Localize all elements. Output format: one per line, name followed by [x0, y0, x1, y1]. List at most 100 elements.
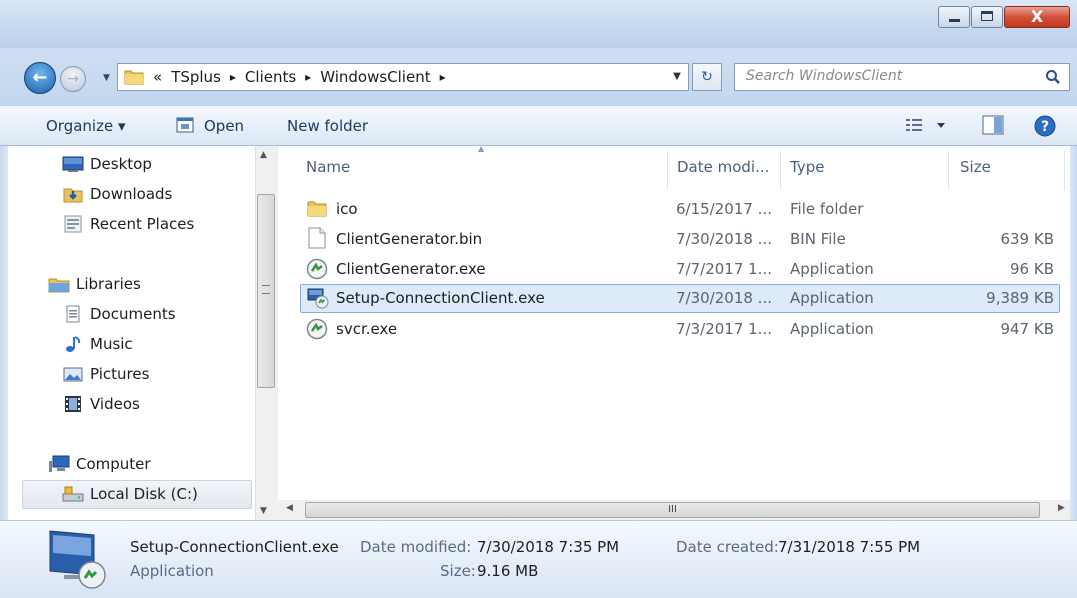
file-row-selected[interactable]: Setup-ConnectionClient.exe 7/30/2018 ...…: [300, 284, 1060, 313]
breadcrumb-tsplus[interactable]: TSplus: [171, 68, 221, 87]
computer-icon: [49, 455, 70, 472]
nav-item-desktop[interactable]: Desktop: [62, 155, 152, 173]
forward-arrow-icon: →: [67, 71, 79, 87]
refresh-icon: ↻: [701, 69, 713, 85]
file-type: Application: [790, 260, 874, 278]
minimize-icon: [949, 19, 960, 22]
nav-item-pictures[interactable]: Pictures: [62, 365, 149, 383]
details-date-created: 7/31/2018 7:55 PM: [778, 538, 921, 556]
details-file-name: Setup-ConnectionClient.exe: [130, 538, 339, 556]
setup-exe-large-icon: [49, 530, 106, 589]
breadcrumb-separator[interactable]: ▸: [230, 68, 236, 87]
close-button[interactable]: X: [1004, 6, 1070, 28]
file-type: Application: [790, 320, 874, 338]
file-row[interactable]: ClientGenerator.exe 7/7/2017 1... Applic…: [300, 255, 1060, 283]
search-icon[interactable]: [1045, 69, 1061, 85]
exe-icon: [306, 318, 328, 340]
nav-item-recent-places[interactable]: Recent Places: [62, 215, 194, 233]
file-row[interactable]: ClientGenerator.bin 7/30/2018 ... BIN Fi…: [300, 225, 1060, 253]
grip-icon: III: [668, 504, 677, 515]
help-icon: ?: [1034, 115, 1056, 137]
forward-button[interactable]: →: [60, 66, 86, 92]
file-name: ClientGenerator.bin: [336, 230, 483, 248]
file-row[interactable]: ico 6/15/2017 ... File folder: [300, 195, 1060, 223]
details-size: 9.16 MB: [477, 562, 539, 580]
maximize-button[interactable]: [971, 6, 1003, 28]
recent-places-icon: [64, 215, 82, 233]
view-options-button[interactable]: [905, 117, 945, 137]
new-folder-button[interactable]: New folder: [287, 117, 368, 135]
folder-icon: [307, 201, 327, 217]
details-file-kind: Application: [130, 562, 214, 580]
breadcrumb-separator[interactable]: ▸: [305, 68, 311, 87]
folder-icon: [124, 67, 144, 89]
file-name: svcr.exe: [336, 320, 398, 338]
desktop-icon: [62, 156, 84, 172]
file-date: 6/15/2017 ...: [676, 200, 772, 218]
refresh-button[interactable]: ↻: [692, 63, 722, 91]
file-date: 7/7/2017 1...: [676, 260, 772, 278]
scroll-right-arrow-icon[interactable]: ▶: [1058, 503, 1065, 513]
search-box[interactable]: Search WindowsClient: [734, 63, 1070, 91]
column-header-name[interactable]: Name: [306, 158, 350, 176]
column-divider[interactable]: [667, 150, 668, 190]
search-input[interactable]: Search WindowsClient: [746, 68, 902, 84]
column-header-date-modified[interactable]: Date modi...: [677, 158, 769, 176]
details-size-label: Size:: [440, 562, 476, 580]
nav-item-videos[interactable]: Videos: [62, 395, 140, 413]
column-divider[interactable]: [780, 150, 781, 190]
column-header-type[interactable]: Type: [790, 158, 824, 176]
local-disk-icon: [62, 486, 84, 502]
column-header-size[interactable]: Size: [960, 158, 991, 176]
chevron-down-icon: ▼: [673, 71, 681, 82]
back-arrow-icon: ←: [32, 67, 48, 88]
scroll-down-arrow-icon[interactable]: ▼: [260, 506, 267, 516]
help-button[interactable]: ?: [1034, 115, 1056, 141]
file-date: 7/30/2018 ...: [676, 230, 772, 248]
file-size: 947 KB: [1000, 320, 1054, 338]
window-frame-right: [1070, 146, 1077, 520]
svg-text:?: ?: [1041, 119, 1049, 135]
documents-icon: [66, 305, 80, 323]
open-icon: [176, 117, 194, 137]
nav-item-downloads[interactable]: Downloads: [62, 185, 172, 203]
horizontal-scroll-thumb[interactable]: III: [305, 502, 1040, 518]
breadcrumb-clients[interactable]: Clients: [245, 68, 296, 87]
nav-pane-scroll-thumb[interactable]: [257, 194, 275, 388]
open-button[interactable]: Open: [204, 117, 244, 135]
scroll-up-arrow-icon[interactable]: ▲: [260, 150, 267, 160]
music-icon: [66, 336, 81, 352]
nav-item-libraries[interactable]: Libraries: [48, 275, 141, 293]
file-size: 9,389 KB: [986, 289, 1054, 307]
address-dropdown-button[interactable]: ▼: [664, 63, 690, 91]
breadcrumb-windowsclient[interactable]: WindowsClient: [320, 68, 430, 87]
file-date: 7/30/2018 ...: [676, 289, 772, 307]
exe-icon: [306, 258, 328, 280]
breadcrumb-overflow[interactable]: «: [153, 68, 162, 87]
nav-item-computer[interactable]: Computer: [48, 455, 151, 473]
nav-item-local-disk[interactable]: Local Disk (C:): [62, 485, 198, 503]
preview-pane-button[interactable]: [982, 115, 1004, 139]
column-divider[interactable]: [1064, 150, 1065, 190]
organize-button[interactable]: Organize ▾: [46, 117, 126, 135]
scroll-left-arrow-icon[interactable]: ◀: [286, 503, 293, 513]
close-icon: X: [1030, 7, 1044, 26]
nav-item-documents[interactable]: Documents: [62, 305, 176, 323]
file-name: ico: [336, 200, 358, 218]
minimize-button[interactable]: [938, 6, 970, 28]
videos-icon: [65, 396, 81, 412]
breadcrumb-separator[interactable]: ▸: [440, 68, 446, 87]
grip-icon: [262, 285, 270, 294]
pictures-icon: [63, 367, 83, 382]
details-date-modified: 7/30/2018 7:35 PM: [477, 538, 620, 556]
file-size: 639 KB: [1000, 230, 1054, 248]
libraries-icon: [48, 278, 70, 293]
nav-item-music[interactable]: Music: [62, 335, 133, 353]
file-row[interactable]: svcr.exe 7/3/2017 1... Application 947 K…: [300, 315, 1060, 343]
column-divider[interactable]: [948, 150, 949, 190]
setup-exe-icon: [307, 288, 329, 309]
file-size: 96 KB: [1010, 260, 1054, 278]
back-button[interactable]: ←: [24, 62, 56, 94]
recent-pages-dropdown[interactable]: ▼: [103, 73, 110, 83]
details-view-icon: [906, 119, 945, 131]
